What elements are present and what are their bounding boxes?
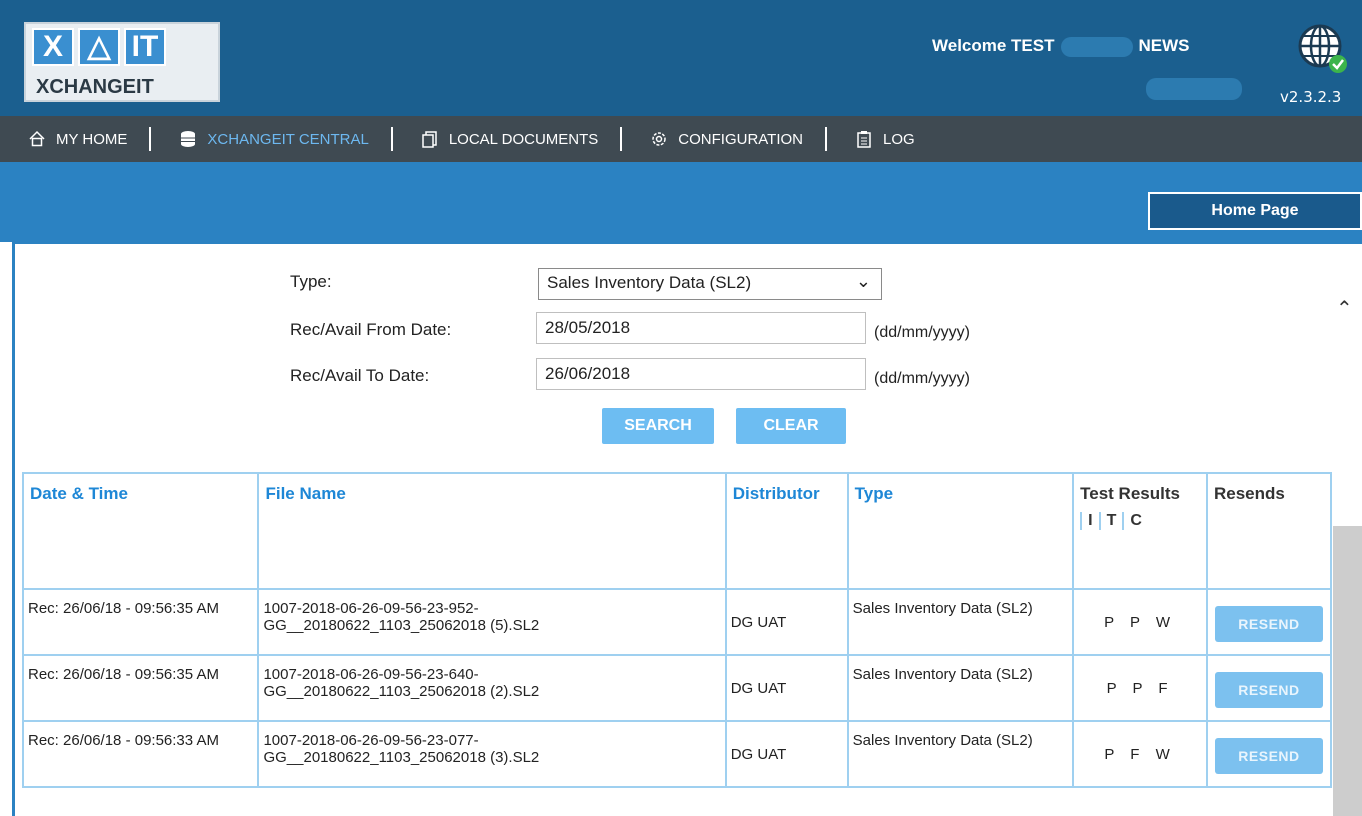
redacted-name — [1060, 36, 1133, 57]
resend-button[interactable]: RESEND — [1214, 672, 1323, 708]
results-table: Date & Time File Name Distributor Type T… — [21, 472, 1333, 788]
from-date-input[interactable]: 28/05/2018 — [536, 312, 866, 344]
itc-c: C — [1122, 512, 1148, 530]
table-row: Rec: 26/06/18 - 09:56:35 AM 1007-2018-06… — [21, 654, 1333, 722]
chevron-down-icon: ⌄ — [855, 271, 871, 291]
nav-label: MY HOME — [56, 130, 128, 148]
cell-resend: RESEND — [1205, 588, 1333, 656]
globe-status-icon[interactable] — [1296, 22, 1348, 74]
cell-test-results: P P W — [1072, 588, 1208, 656]
cell-filename: 1007-2018-06-26-09-56-23-952- GG__2018062… — [257, 588, 727, 656]
cell-filename: 1007-2018-06-26-09-56-23-077- GG__2018062… — [257, 720, 727, 788]
nav-log[interactable]: LOG — [827, 116, 915, 162]
filename-line: GG__20180622_1103_25062018 (5).SL2 — [263, 617, 540, 634]
column-header-test-results: Test Results I T C — [1072, 472, 1208, 590]
welcome-suffix: NEWS — [1138, 36, 1190, 55]
resend-button[interactable]: RESEND — [1214, 606, 1323, 642]
nav-label: LOCAL DOCUMENTS — [448, 130, 599, 148]
logo-letter-boxes: X △ IT — [32, 28, 166, 66]
type-select[interactable]: Sales Inventory Data (SL2) ⌄ — [538, 268, 882, 300]
cell-type: Sales Inventory Data (SL2) — [846, 588, 1075, 656]
nav-label: CONFIGURATION — [678, 130, 804, 148]
cell-distributor: DG UAT — [724, 588, 849, 656]
filename-line: GG__20180622_1103_25062018 (2).SL2 — [263, 683, 540, 700]
from-date-label: Rec/Avail From Date: — [290, 320, 452, 339]
cell-test-results: P F W — [1072, 720, 1208, 788]
search-button[interactable]: SEARCH — [602, 408, 714, 444]
cell-distributor: DG UAT — [724, 720, 849, 788]
column-header-distributor[interactable]: Distributor — [724, 472, 849, 590]
cell-filename: 1007-2018-06-26-09-56-23-640- GG__2018062… — [257, 654, 727, 722]
column-header-type[interactable]: Type — [846, 472, 1075, 590]
from-date-format-hint: (dd/mm/yyyy) — [874, 324, 970, 341]
column-header-resends: Resends — [1205, 472, 1333, 590]
itc-t: T — [1098, 512, 1123, 530]
to-date-format-hint: (dd/mm/yyyy) — [874, 370, 970, 387]
column-header-datetime[interactable]: Date & Time — [21, 472, 260, 590]
nav-label: LOG — [883, 130, 915, 148]
xchangeit-logo[interactable]: X △ IT XCHANGEIT — [24, 22, 220, 102]
home-icon — [29, 130, 45, 147]
nav-xchangeit-central[interactable]: XCHANGEIT CENTRAL — [151, 116, 369, 162]
redacted-info — [1146, 78, 1242, 100]
welcome-prefix: Welcome TEST — [932, 36, 1055, 55]
welcome-message: Welcome TEST NEWS — [932, 36, 1190, 57]
database-icon — [181, 131, 196, 147]
cell-distributor: DG UAT — [724, 654, 849, 722]
table-row: Rec: 26/06/18 - 09:56:35 AM 1007-2018-06… — [21, 588, 1333, 656]
filename-line: GG__20180622_1103_25062018 (3).SL2 — [263, 749, 540, 766]
gear-icon — [652, 132, 667, 146]
cell-resend: RESEND — [1205, 720, 1333, 788]
table-header-row: Date & Time File Name Distributor Type T… — [21, 472, 1333, 590]
scroll-up-arrow-icon[interactable]: ⌃ — [1336, 296, 1353, 321]
home-page-button[interactable]: Home Page — [1148, 192, 1362, 230]
clipboard-icon — [857, 131, 871, 148]
scrollbar-thumb[interactable] — [1333, 526, 1362, 816]
type-label: Type: — [290, 272, 332, 291]
main-nav: MY HOME XCHANGEIT CENTRAL LOCAL DOCUMENT… — [0, 116, 1362, 162]
cell-datetime: Rec: 26/06/18 - 09:56:35 AM — [21, 654, 260, 722]
logo-letter: X — [32, 28, 74, 66]
type-select-value: Sales Inventory Data (SL2) — [547, 273, 752, 292]
logo-wordmark: XCHANGEIT — [36, 76, 154, 98]
column-header-filename[interactable]: File Name — [257, 472, 727, 590]
test-results-label: Test Results — [1080, 484, 1180, 503]
cell-type: Sales Inventory Data (SL2) — [846, 654, 1075, 722]
app-header: X △ IT XCHANGEIT Welcome TEST NEWS v2.3.2… — [0, 0, 1362, 116]
filename-line: 1007-2018-06-26-09-56-23-077- — [263, 732, 479, 749]
to-date-input[interactable]: 26/06/2018 — [536, 358, 866, 390]
logo-letter: IT — [124, 28, 166, 66]
documents-icon — [422, 131, 437, 148]
to-date-label: Rec/Avail To Date: — [290, 366, 430, 385]
nav-my-home[interactable]: MY HOME — [0, 116, 127, 162]
table-row: Rec: 26/06/18 - 09:56:33 AM 1007-2018-06… — [21, 720, 1333, 788]
itc-i: I — [1080, 512, 1098, 530]
nav-label: XCHANGEIT CENTRAL — [207, 130, 369, 148]
cell-resend: RESEND — [1205, 654, 1333, 722]
nav-local-documents[interactable]: LOCAL DOCUMENTS — [393, 116, 598, 162]
cell-datetime: Rec: 26/06/18 - 09:56:35 AM — [21, 588, 260, 656]
resend-button[interactable]: RESEND — [1214, 738, 1323, 774]
version-label: v2.3.2.3 — [1280, 88, 1342, 106]
cell-datetime: Rec: 26/06/18 - 09:56:33 AM — [21, 720, 260, 788]
cell-test-results: P P F — [1072, 654, 1208, 722]
clear-button[interactable]: CLEAR — [736, 408, 846, 444]
filename-line: 1007-2018-06-26-09-56-23-640- — [263, 666, 479, 683]
cell-type: Sales Inventory Data (SL2) — [846, 720, 1075, 788]
nav-configuration[interactable]: CONFIGURATION — [622, 116, 803, 162]
logo-letter: △ — [78, 28, 120, 66]
itc-subheaders: I T C — [1080, 512, 1200, 530]
filename-line: 1007-2018-06-26-09-56-23-952- — [263, 600, 479, 617]
